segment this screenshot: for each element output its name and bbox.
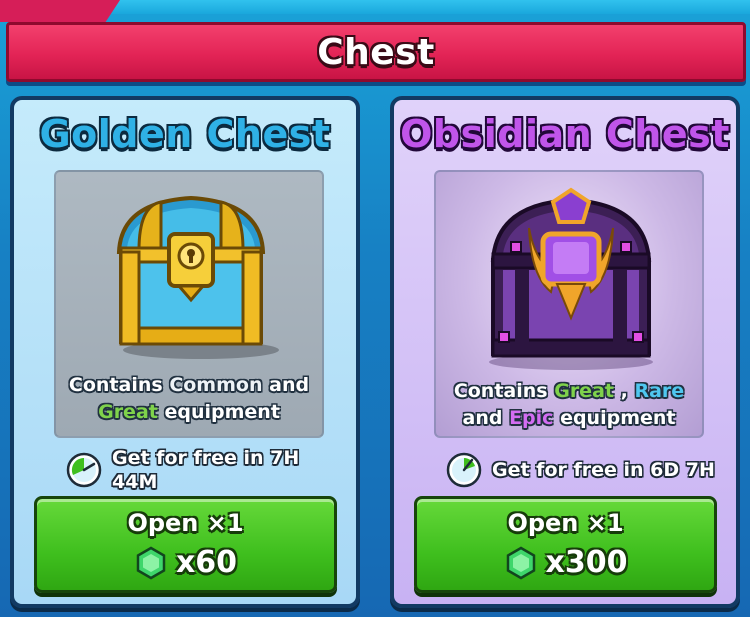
- open-chest-button[interactable]: Open ×1 x300: [414, 496, 717, 593]
- golden-chest-icon: [116, 195, 279, 359]
- open-chest-button[interactable]: Open ×1 x60: [34, 496, 337, 593]
- contains-conj: and: [462, 407, 503, 429]
- gem-icon: [136, 546, 166, 579]
- timer-icon: [66, 452, 102, 488]
- gem-icon: [506, 546, 535, 579]
- price-row: x300: [417, 545, 714, 580]
- rarity-rare: Rare: [634, 380, 685, 402]
- contains-suffix: equipment: [164, 401, 280, 423]
- golden-chest-card: Golden Chest Contains Common and Great e…: [10, 96, 360, 608]
- contains-suffix: equipment: [560, 407, 676, 429]
- title-banner: Chest: [6, 22, 746, 82]
- price-row: x60: [37, 545, 334, 580]
- timer-text: Get for free in 6D 7H: [492, 459, 715, 481]
- rarity-great: Great: [98, 401, 158, 423]
- timer-text: Get for free in 7H 44M: [112, 447, 300, 493]
- obsidian-chest-icon: [489, 187, 653, 370]
- rarity-epic: Epic: [509, 407, 554, 429]
- price-text: x60: [175, 545, 238, 580]
- contains-prefix: Contains: [453, 380, 548, 402]
- open-button-label: Open ×1: [507, 509, 624, 537]
- price-text: x300: [545, 545, 628, 580]
- free-timer: Get for free in 7H 44M: [66, 446, 302, 494]
- chest-title: Obsidian Chest: [400, 112, 730, 156]
- page-title: Chest: [317, 31, 435, 73]
- contains-prefix: Contains: [68, 374, 163, 396]
- corner-tab: [0, 0, 120, 22]
- rarity-great: Great: [554, 380, 614, 402]
- timer-icon: [446, 452, 482, 488]
- open-button-label: Open ×1: [127, 509, 244, 537]
- free-timer: Get for free in 6D 7H: [446, 452, 715, 488]
- contains-conj: and: [269, 374, 310, 396]
- contains-description: Contains Common and Great equipment: [56, 372, 322, 426]
- chest-image-panel: Contains Great , Rare and Epic equipment: [434, 170, 704, 438]
- contains-description: Contains Great , Rare and Epic equipment: [436, 378, 702, 432]
- contains-sep: ,: [620, 380, 628, 402]
- chest-image-panel: Contains Common and Great equipment: [54, 170, 324, 438]
- chest-title: Golden Chest: [39, 112, 331, 156]
- rarity-common: Common: [169, 374, 263, 396]
- obsidian-chest-card: Obsidian Chest Contains Great , Rare and…: [390, 96, 740, 608]
